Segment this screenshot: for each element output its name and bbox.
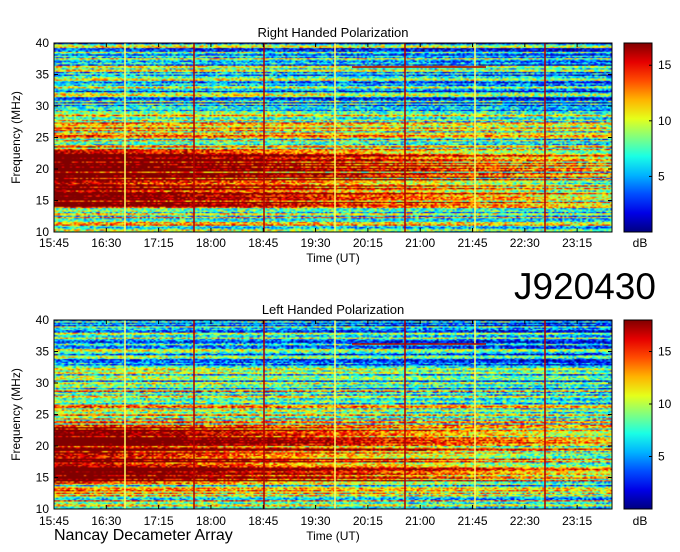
x-tick-label: 21:45 — [457, 514, 487, 528]
y-tick-label: 35 — [36, 345, 50, 359]
x-tick-label: 23:15 — [562, 514, 592, 528]
colorbar-tick-label: 10 — [658, 397, 672, 411]
colorbar-tick-label: 15 — [658, 345, 672, 359]
panel-title: Left Handed Polarization — [262, 302, 404, 317]
x-tick-label: 18:00 — [196, 236, 226, 250]
observation-id: J920430 — [514, 266, 656, 307]
x-tick-label: 16:30 — [91, 236, 121, 250]
x-tick-label: 17:15 — [144, 514, 174, 528]
y-axis-label: Frequency (MHz) — [9, 91, 23, 184]
colorbar — [623, 319, 653, 510]
colorbar-label: dB — [633, 236, 648, 250]
y-axis-label: Frequency (MHz) — [9, 368, 23, 461]
y-tick-label: 40 — [36, 313, 50, 327]
panel-right-polarization: Right Handed Polarization15:45 16:30 17:15… — [9, 25, 672, 265]
colorbar-tick-label: 10 — [658, 114, 672, 128]
spectrogram-image — [54, 43, 612, 232]
y-tick-label: 40 — [36, 36, 50, 50]
x-tick-label: 22:30 — [510, 514, 540, 528]
x-tick-label: 15:45 — [39, 514, 69, 528]
y-tick-label: 35 — [36, 68, 50, 82]
spectrogram-image — [54, 320, 612, 509]
x-tick-label: 20:15 — [353, 236, 383, 250]
x-tick-label: 21:00 — [405, 236, 435, 250]
colorbar-label: dB — [633, 514, 648, 528]
x-tick-label: 18:00 — [196, 514, 226, 528]
x-tick-label: 19:30 — [301, 236, 331, 250]
x-tick-label: 18:45 — [248, 514, 278, 528]
y-tick-label: 15 — [36, 194, 50, 208]
x-tick-label: 16:30 — [91, 514, 121, 528]
colorbar-tick-label: 15 — [658, 58, 672, 72]
colorbar-tick-label: 5 — [658, 450, 665, 464]
x-tick-label: 19:30 — [301, 514, 331, 528]
x-tick-label: 18:45 — [248, 236, 278, 250]
colorbar-tick-label: 5 — [658, 169, 665, 183]
y-tick-label: 30 — [36, 99, 50, 113]
y-tick-label: 10 — [36, 225, 50, 239]
colorbar — [623, 42, 653, 233]
x-axis-label: Time (UT) — [306, 529, 360, 543]
x-axis-label: Time (UT) — [306, 251, 360, 265]
panel-left-polarization: Left Handed Polarization 15:45 16:30 17:15 1… — [9, 302, 672, 543]
x-tick-label: 20:15 — [353, 514, 383, 528]
y-tick-label: 25 — [36, 408, 50, 422]
panel-title: Right Handed Polarization — [257, 25, 408, 40]
y-tick-label: 20 — [36, 162, 50, 176]
y-tick-label: 10 — [36, 502, 50, 516]
x-tick-label: 23:15 — [562, 236, 592, 250]
x-tick-label: 21:45 — [457, 236, 487, 250]
y-tick-label: 15 — [36, 471, 50, 485]
y-tick-label: 20 — [36, 439, 50, 453]
x-tick-label: 17:15 — [144, 236, 174, 250]
x-tick-label: 21:00 — [405, 514, 435, 528]
y-tick-label: 25 — [36, 131, 50, 145]
x-tick-label: 22:30 — [510, 236, 540, 250]
y-tick-label: 30 — [36, 376, 50, 390]
instrument-credit: Nancay Decameter Array — [54, 527, 233, 544]
